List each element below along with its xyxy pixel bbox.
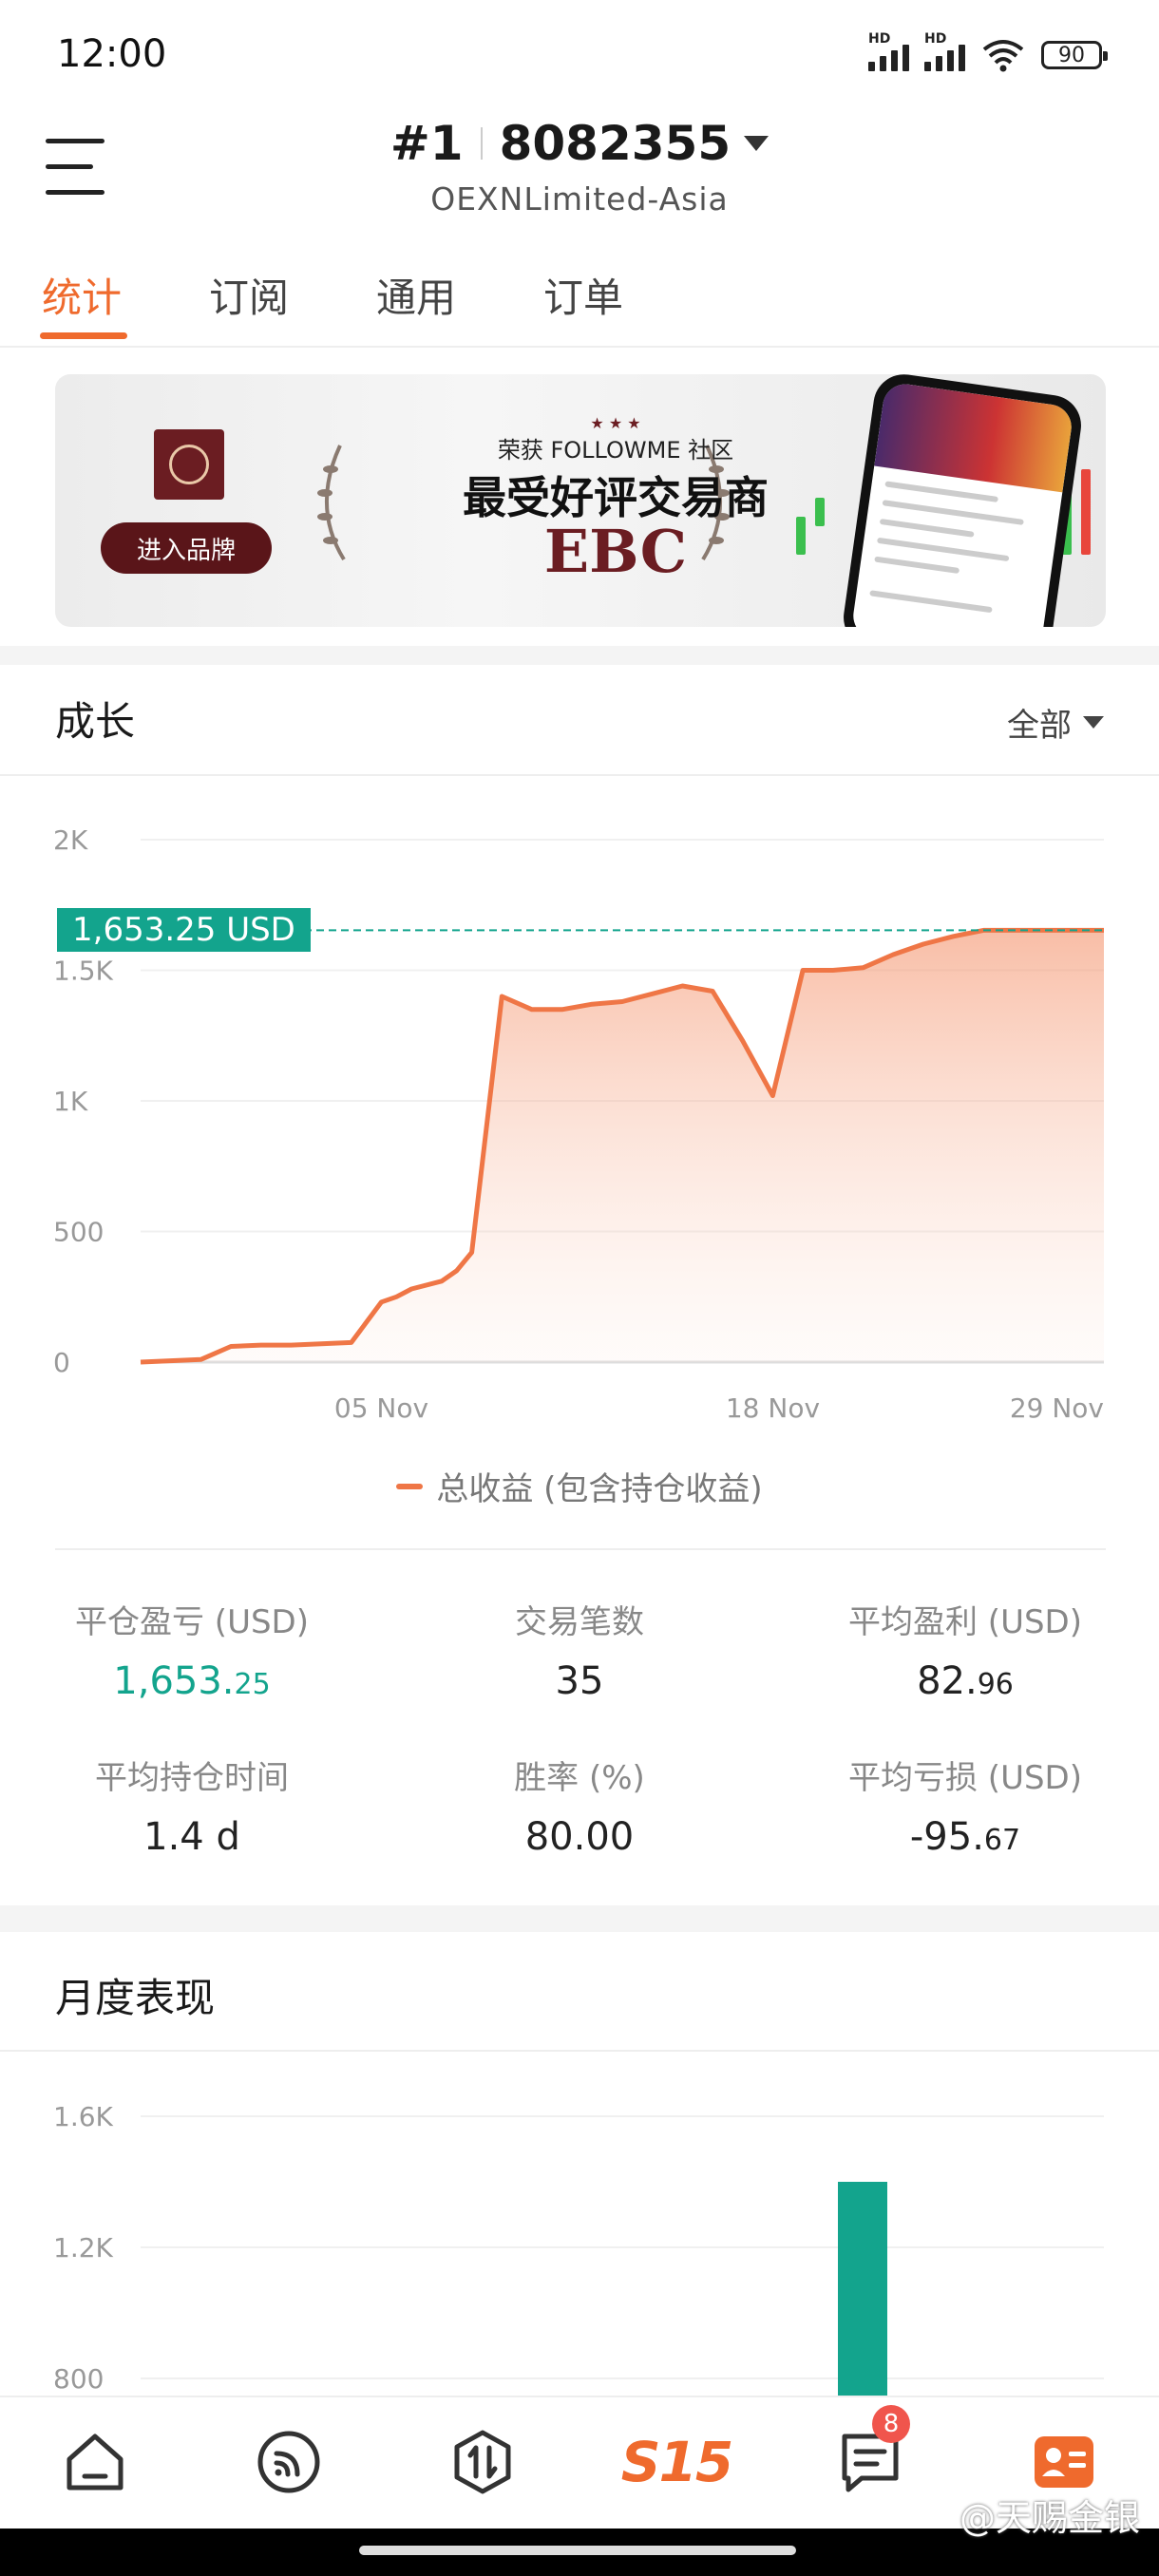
monthly-bar [838, 2182, 887, 2396]
range-dropdown[interactable]: 全部 [1007, 699, 1104, 746]
tab-subscribe[interactable]: 订阅 [209, 266, 289, 324]
nav-home[interactable] [57, 2424, 133, 2500]
current-value-badge: 1,653.25 USD [57, 908, 311, 953]
brand-logo [154, 429, 224, 500]
promo-banner[interactable]: 进入品牌 ★ ★ ★ 荣获 FOLLOWME 社区 最受好评交易商 EBC [55, 374, 1106, 627]
tab-general[interactable]: 通用 [376, 266, 456, 324]
growth-title: 成长 [55, 698, 136, 745]
trade-icon [454, 2430, 511, 2494]
watermark-text: @天赐金银 [959, 2497, 1140, 2539]
stat-avg-loss: 平均亏损 (USD) -95.67 [848, 1759, 1082, 1859]
monthly-title: 月度表现 [55, 1975, 216, 2021]
home-icon [66, 2434, 124, 2491]
tab-stats[interactable]: 统计 [42, 266, 122, 324]
account-id: 8082355 [499, 116, 732, 171]
profile-card-icon [1035, 2436, 1093, 2488]
signal-icon: HD [868, 31, 909, 71]
growth-area [141, 930, 1104, 1362]
monthly-chart: 800 1.2K 1.6K [53, 2101, 1104, 2396]
stars-icon: ★ ★ ★ [590, 414, 641, 432]
caret-down-icon [744, 136, 770, 151]
wifi-icon [982, 40, 1024, 72]
y-tick-label: 0 [53, 1347, 70, 1378]
s15-logo: S15 [620, 2430, 733, 2494]
battery-icon: 90 [1041, 41, 1108, 69]
broker-name: OEXNLimited-Asia [430, 180, 729, 218]
nav-s15[interactable]: S15 [619, 2424, 733, 2500]
stat-trade-count: 交易笔数 35 [515, 1603, 644, 1703]
nav-messages[interactable]: 8 [832, 2405, 910, 2500]
gesture-handle[interactable] [359, 2546, 796, 2555]
enter-brand-button[interactable]: 进入品牌 [101, 522, 272, 574]
y-tick-label: 1.5K [53, 956, 114, 987]
y-tick-label: 2K [53, 824, 88, 856]
account-selector[interactable]: #1 8082355 [0, 116, 1159, 171]
feed-icon [257, 2431, 320, 2493]
status-icons: HD HD 90 [868, 31, 1108, 74]
y-tick-label: 1K [53, 1086, 88, 1117]
account-rank: #1 [390, 116, 464, 171]
stat-avg-hold-time: 平均持仓时间 1.4 d [95, 1759, 289, 1859]
y-tick-label: 800 [53, 2363, 104, 2395]
y-tick-label: 1.2K [53, 2232, 114, 2263]
y-tick-label: 500 [53, 1217, 104, 1248]
award-subtitle: 荣获 FOLLOWME 社区 [497, 437, 734, 464]
nav-feed[interactable] [251, 2424, 327, 2500]
signal-icon-2: HD [924, 31, 965, 71]
x-tick-label: 29 Nov [1010, 1392, 1104, 1424]
active-tab-indicator [40, 332, 127, 339]
phone-illustration [839, 374, 1086, 627]
legend-swatch [396, 1483, 424, 1489]
chart-legend: 总收益 (包含持仓收益) [0, 1463, 1159, 1509]
tab-orders[interactable]: 订单 [543, 266, 623, 324]
award-brand: EBC [543, 517, 688, 586]
caret-down-icon [1083, 716, 1104, 729]
x-tick-label: 05 Nov [334, 1392, 428, 1424]
message-badge: 8 [872, 2405, 910, 2443]
nav-trade[interactable] [445, 2424, 521, 2500]
legend-label: 总收益 (包含持仓收益) [436, 1470, 763, 1508]
stat-closed-pnl: 平仓盈亏 (USD) 1,653.25 [75, 1603, 309, 1703]
y-tick-label: 1.6K [53, 2101, 114, 2132]
x-tick-label: 18 Nov [726, 1392, 820, 1424]
stat-avg-profit: 平均盈利 (USD) 82.96 [848, 1603, 1082, 1703]
laurel-left-icon [317, 445, 346, 561]
status-time: 12:00 [57, 32, 167, 76]
tab-bar: 统计 订阅 通用 订单 [0, 256, 1159, 348]
stat-win-rate: 胜率 (%) 80.00 [514, 1759, 645, 1859]
